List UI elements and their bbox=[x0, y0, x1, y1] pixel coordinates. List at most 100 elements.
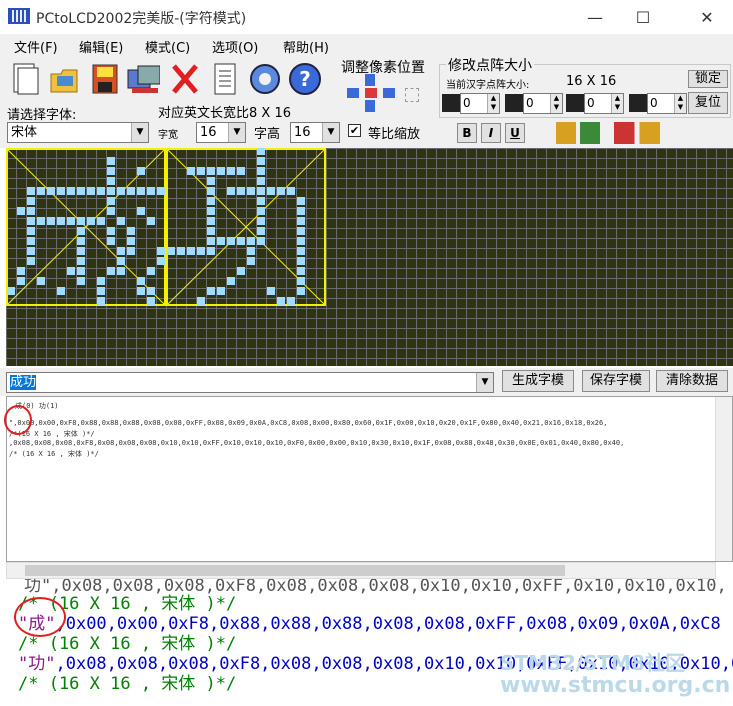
pixel-on bbox=[147, 287, 155, 295]
pixel-on bbox=[207, 247, 215, 255]
menu-edit[interactable]: 编辑(E) bbox=[79, 37, 123, 56]
save-icon[interactable] bbox=[88, 60, 122, 98]
scale-checkbox[interactable]: ✔ bbox=[348, 124, 361, 137]
pixel-on bbox=[157, 187, 165, 195]
pixel-on bbox=[17, 277, 25, 285]
pixel-on bbox=[117, 267, 125, 275]
title-bar: PCtoLCD2002完美版-(字符模式) — ☐ ✕ bbox=[0, 0, 733, 34]
bottom-extend-icon[interactable] bbox=[629, 94, 647, 112]
right-extend-icon[interactable] bbox=[566, 94, 584, 112]
pixel-on bbox=[257, 148, 265, 155]
clear-data-button[interactable]: 清除数据 bbox=[656, 370, 728, 392]
open-icon[interactable] bbox=[48, 60, 82, 98]
pixel-on bbox=[227, 187, 235, 195]
window-title: PCtoLCD2002完美版-(字符模式) bbox=[36, 11, 247, 27]
italic-button[interactable]: I bbox=[481, 123, 501, 143]
underline-button[interactable]: U bbox=[505, 123, 525, 143]
delete-icon[interactable] bbox=[168, 60, 202, 98]
reset-button[interactable]: 复位 bbox=[688, 92, 728, 114]
font-label: 请选择字体: bbox=[7, 108, 77, 123]
pixel-on bbox=[107, 197, 115, 205]
lock-button[interactable]: 锁定 bbox=[688, 70, 728, 88]
spin-arrows[interactable]: ▲ ▼ bbox=[611, 94, 623, 113]
pixel-on bbox=[117, 187, 125, 195]
pixel-on bbox=[57, 187, 65, 195]
text-input[interactable]: 成功 ▼ bbox=[6, 372, 494, 393]
pixel-on bbox=[17, 267, 25, 275]
chevron-down-icon: ▼ bbox=[322, 123, 339, 142]
spin-arrows[interactable]: ▲ ▼ bbox=[487, 94, 499, 113]
height-select[interactable]: 16 ▼ bbox=[290, 122, 340, 143]
pixel-grid[interactable] bbox=[6, 148, 733, 366]
aspect-label: 对应英文长宽比8 X 16 bbox=[158, 106, 291, 121]
move-left-icon[interactable] bbox=[347, 88, 359, 98]
menu-mode[interactable]: 模式(C) bbox=[145, 37, 190, 56]
select-icon[interactable] bbox=[405, 88, 419, 102]
pixel-on bbox=[177, 247, 185, 255]
top-spin[interactable]: 0 ▲ ▼ bbox=[523, 93, 563, 114]
move-up-icon[interactable] bbox=[365, 74, 375, 86]
generate-button[interactable]: 生成字模 bbox=[502, 370, 574, 392]
pixel-on bbox=[77, 257, 85, 265]
top-extend-icon[interactable] bbox=[505, 94, 523, 112]
left-spin[interactable]: 0 ▲ ▼ bbox=[460, 93, 500, 114]
vertical-scrollbar[interactable] bbox=[715, 397, 732, 561]
height-select-value: 16 bbox=[294, 125, 311, 140]
pixel-on bbox=[247, 187, 255, 195]
scrollbar-thumb[interactable] bbox=[25, 565, 565, 576]
pixel-on bbox=[217, 287, 225, 295]
move-right-icon[interactable] bbox=[383, 88, 395, 98]
pixel-on bbox=[107, 227, 115, 235]
pixel-on bbox=[27, 227, 35, 235]
menu-help[interactable]: 帮助(H) bbox=[283, 37, 329, 56]
pixel-on bbox=[157, 257, 165, 265]
left-extend-icon[interactable] bbox=[442, 94, 460, 112]
pixel-on bbox=[257, 187, 265, 195]
right-spin[interactable]: 0 ▲ ▼ bbox=[584, 93, 624, 114]
app-icon bbox=[8, 8, 30, 24]
pixel-on bbox=[67, 187, 75, 195]
pixel-on bbox=[67, 217, 75, 225]
horizontal-scrollbar[interactable] bbox=[6, 562, 716, 579]
pixel-on bbox=[237, 167, 245, 175]
pixel-on bbox=[257, 237, 265, 245]
center-icon[interactable] bbox=[365, 88, 377, 98]
maximize-button[interactable]: ☐ bbox=[620, 0, 666, 34]
pixel-on bbox=[297, 197, 305, 205]
export-icon[interactable] bbox=[126, 60, 160, 98]
pixel-on bbox=[107, 157, 115, 165]
output-text[interactable]: 成(0) 功(1) ",0x00,0x00,0xF8,0x88,0x88,0x8… bbox=[6, 396, 733, 562]
pixel-on bbox=[137, 207, 145, 215]
toolbar: ? 请选择字体: 宋体 ▼ 对应英文长宽比8 X 16 字宽 16 ▼ 字高 1… bbox=[0, 55, 733, 148]
highlight-circle bbox=[4, 405, 32, 435]
font-select[interactable]: 宋体 ▼ bbox=[7, 122, 149, 143]
bold-button[interactable]: B bbox=[457, 123, 477, 143]
pixel-on bbox=[77, 237, 85, 245]
pixel-on bbox=[257, 157, 265, 165]
bottom-spin[interactable]: 0 ▲ ▼ bbox=[647, 93, 687, 114]
pixel-on bbox=[297, 267, 305, 275]
move-down-icon[interactable] bbox=[365, 100, 375, 112]
pixel-on bbox=[207, 167, 215, 175]
width-select[interactable]: 16 ▼ bbox=[196, 122, 246, 143]
flip-vertical-icon[interactable] bbox=[614, 122, 660, 144]
save-font-button[interactable]: 保存字模 bbox=[582, 370, 650, 392]
output-line: ,0x08,0x08,0x08,0xF8,0x08,0x08,0x08,0x10… bbox=[9, 439, 625, 447]
minimize-button[interactable]: — bbox=[572, 0, 618, 34]
menu-options[interactable]: 选项(O) bbox=[212, 37, 258, 56]
pixel-on bbox=[207, 287, 215, 295]
new-icon[interactable] bbox=[8, 60, 42, 98]
flip-horizontal-icon[interactable] bbox=[556, 122, 600, 144]
spin-arrows[interactable]: ▲ ▼ bbox=[674, 94, 686, 113]
menu-file[interactable]: 文件(F) bbox=[14, 37, 58, 56]
settings-icon[interactable] bbox=[247, 60, 281, 98]
pixel-on bbox=[47, 187, 55, 195]
pixel-on bbox=[207, 227, 215, 235]
spin-arrows[interactable]: ▲ ▼ bbox=[550, 94, 562, 113]
help-icon[interactable]: ? bbox=[287, 60, 321, 98]
pixel-on bbox=[117, 247, 125, 255]
pixel-on bbox=[297, 207, 305, 215]
pixel-on bbox=[137, 167, 145, 175]
document-icon[interactable] bbox=[208, 60, 242, 98]
close-button[interactable]: ✕ bbox=[684, 0, 730, 34]
